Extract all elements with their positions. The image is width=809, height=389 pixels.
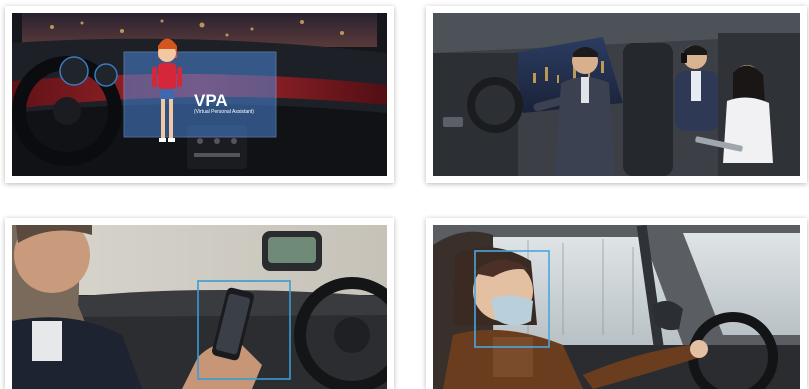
vpa-dashboard-illustration: VPA (Virtual Personal Assistant)	[12, 13, 387, 176]
vpa-subtitle: (Virtual Personal Assistant)	[194, 109, 254, 115]
phone-distraction-photo	[12, 225, 387, 389]
masked-driver-illustration	[433, 225, 800, 389]
vpa-dashboard-card: VPA (Virtual Personal Assistant)	[5, 6, 394, 183]
masked-driver-card	[426, 218, 807, 389]
phone-distraction-illustration	[12, 225, 387, 389]
vpa-title: VPA	[194, 91, 228, 110]
cabin-occupants-illustration	[433, 13, 800, 176]
vpa-dashboard-photo: VPA (Virtual Personal Assistant)	[12, 13, 387, 176]
cabin-occupants-card	[426, 6, 807, 183]
masked-driver-photo	[433, 225, 800, 389]
phone-distraction-card	[5, 218, 394, 389]
cabin-occupants-photo	[433, 13, 800, 176]
